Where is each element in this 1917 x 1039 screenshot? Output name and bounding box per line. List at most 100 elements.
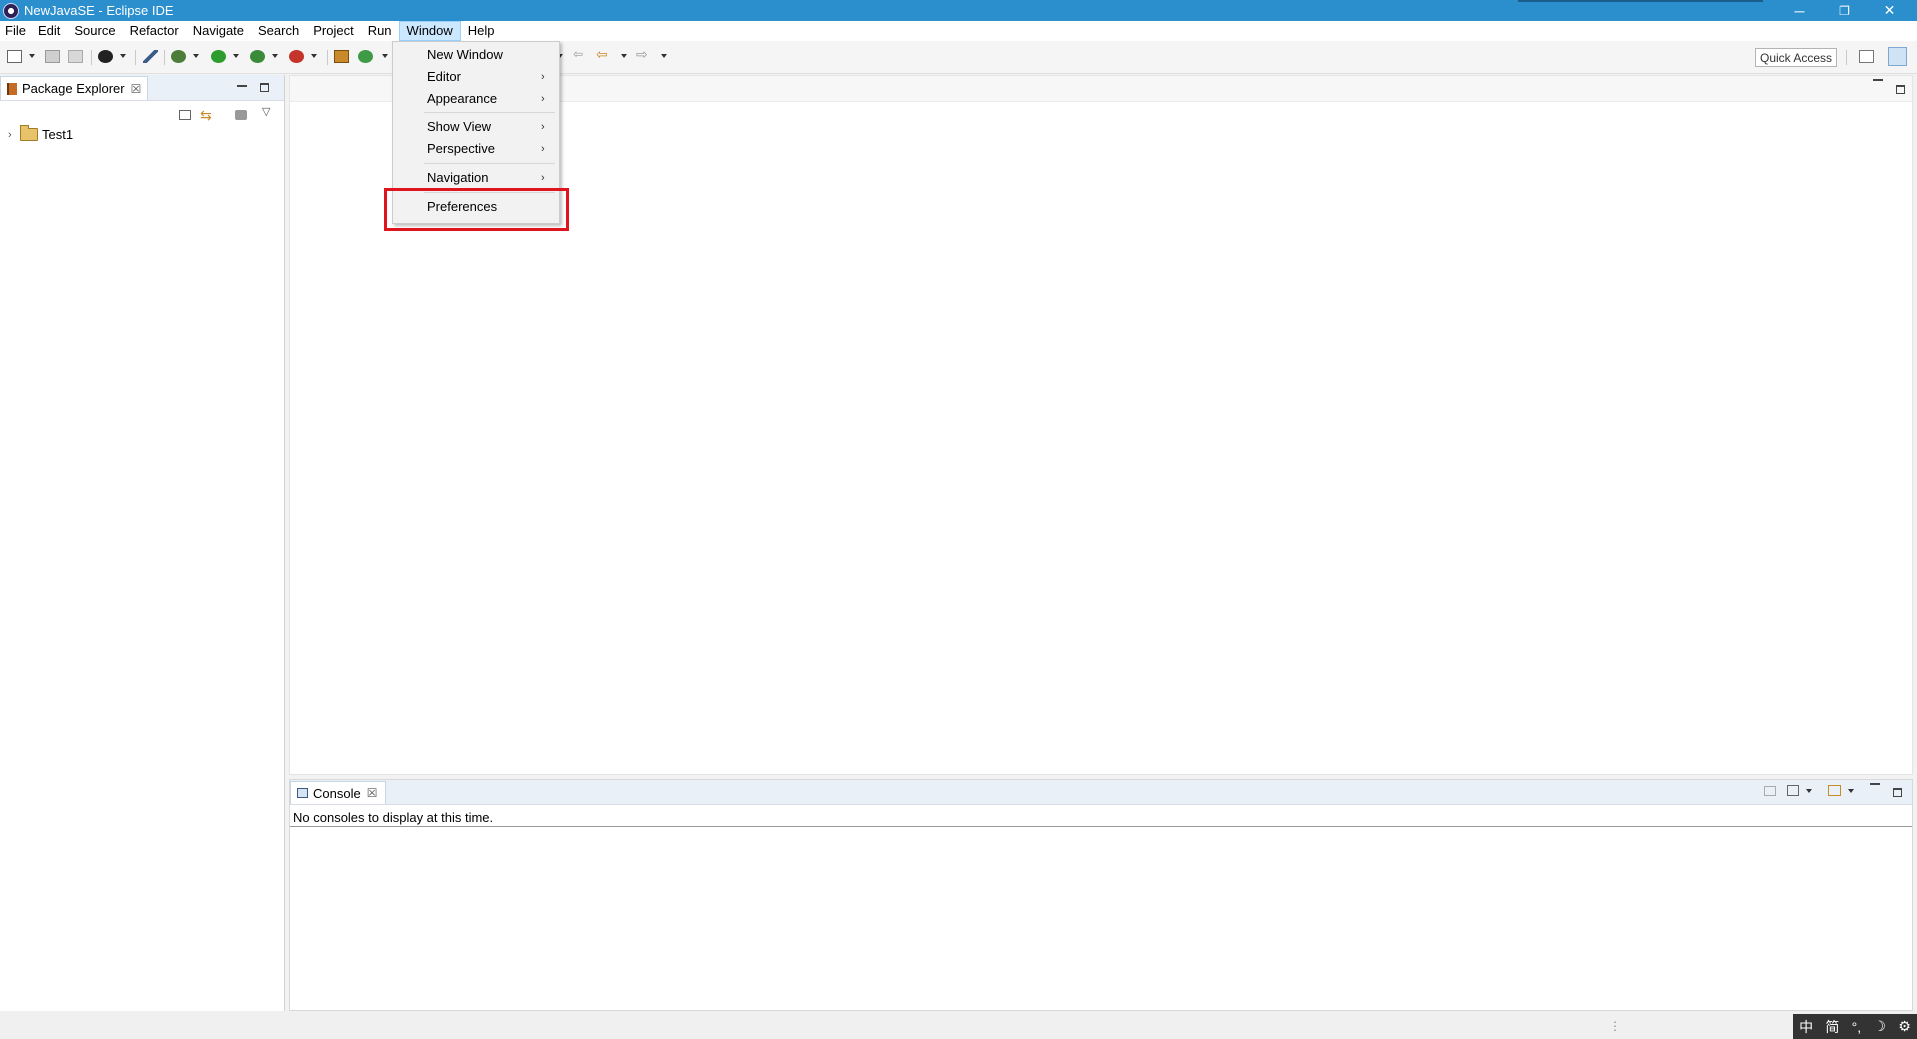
console-divider: [290, 826, 1912, 827]
toolbar-separator: [164, 50, 165, 65]
forward-icon[interactable]: ⇨: [636, 46, 651, 62]
console-title: Console: [313, 785, 361, 801]
toolbar-separator: [1846, 50, 1847, 65]
menu-navigate[interactable]: Navigate: [186, 21, 251, 41]
maximize-view-icon[interactable]: [1893, 788, 1902, 797]
debug-icon[interactable]: [171, 50, 186, 63]
minimize-editor-icon[interactable]: [1873, 75, 1883, 85]
package-explorer-title: Package Explorer: [22, 81, 125, 96]
menu-item-label: Show View: [427, 119, 492, 134]
menu-item-show-view[interactable]: Show View ›: [393, 117, 559, 137]
ime-halfwidth-icon[interactable]: ☽: [1873, 1018, 1886, 1035]
open-console-icon[interactable]: [1828, 785, 1841, 796]
tree-item-label: Test1: [42, 127, 74, 142]
link-with-editor-icon[interactable]: ⇆: [200, 107, 212, 124]
ime-punctuation-icon[interactable]: °,: [1852, 1019, 1862, 1035]
quick-access-field[interactable]: Quick Access: [1755, 48, 1837, 67]
save-icon[interactable]: [45, 50, 60, 63]
pin-console-icon[interactable]: [1764, 786, 1776, 796]
menu-run[interactable]: Run: [361, 21, 399, 41]
back-dropdown-icon[interactable]: [621, 54, 627, 58]
preferences-highlight-box: [384, 188, 569, 231]
ime-simplified-icon[interactable]: 简: [1825, 1017, 1839, 1037]
restore-button[interactable]: ❐: [1822, 0, 1867, 21]
menu-item-new-window[interactable]: New Window: [393, 45, 559, 65]
collapse-all-icon[interactable]: [179, 110, 191, 120]
maximize-view-icon[interactable]: [260, 83, 269, 92]
new-dropdown-icon[interactable]: [29, 54, 35, 58]
status-grip-icon: ⋮: [1609, 1019, 1621, 1033]
save-all-icon[interactable]: [68, 50, 83, 63]
package-explorer-header: Package Explorer ☒: [0, 75, 284, 101]
ime-toolbar: 中 简 °, ☽ ⚙: [1793, 1014, 1917, 1039]
menu-window[interactable]: Window: [398, 21, 461, 41]
display-console-dropdown-icon[interactable]: [1806, 789, 1812, 793]
open-console-dropdown-icon[interactable]: [1848, 789, 1854, 793]
open-perspective-icon[interactable]: [1859, 50, 1874, 63]
menu-item-navigation[interactable]: Navigation ›: [393, 168, 559, 188]
close-icon[interactable]: ☒: [367, 786, 378, 800]
menu-edit[interactable]: Edit: [31, 21, 67, 41]
tree-item-test1[interactable]: › Test1: [8, 125, 74, 142]
display-selected-console-icon[interactable]: [1787, 785, 1799, 796]
minimize-view-icon[interactable]: [237, 81, 247, 91]
console-message: No consoles to display at this time.: [293, 810, 494, 825]
view-menu-icon[interactable]: ▽: [262, 105, 270, 118]
eclipse-logo-icon: [3, 2, 19, 19]
menu-item-label: New Window: [427, 47, 503, 62]
menu-item-label: Appearance: [427, 91, 498, 106]
forward-dropdown-icon[interactable]: [661, 54, 667, 58]
menu-bar: File Edit Source Refactor Navigate Searc…: [0, 21, 1917, 41]
tab-console[interactable]: Console ☒: [290, 781, 386, 804]
menu-item-appearance[interactable]: Appearance ›: [393, 89, 559, 109]
java-project-icon: [20, 125, 38, 141]
external-tools-dropdown-icon[interactable]: [311, 54, 317, 58]
status-bar: ⋮: [0, 1011, 1917, 1039]
last-edit-location-icon[interactable]: ⇦: [573, 47, 588, 61]
new-java-class-icon[interactable]: [358, 50, 373, 63]
menu-source[interactable]: Source: [67, 21, 122, 41]
new-java-class-dropdown-icon[interactable]: [382, 54, 388, 58]
toolbar-separator: [91, 50, 92, 65]
console-view: Console ☒ No consoles to display at this…: [289, 779, 1913, 1011]
skip-breakpoints-icon[interactable]: [143, 50, 158, 63]
ime-language-icon[interactable]: 中: [1799, 1017, 1813, 1037]
toolbar-separator: [135, 50, 136, 65]
coverage-dropdown-icon[interactable]: [272, 54, 278, 58]
new-java-package-icon[interactable]: [334, 50, 349, 63]
menu-refactor[interactable]: Refactor: [123, 21, 186, 41]
window-title: NewJavaSE - Eclipse IDE: [24, 3, 174, 18]
toolbar-separator: [327, 50, 328, 65]
chevron-right-icon: ›: [541, 121, 545, 133]
minimize-button[interactable]: ─: [1777, 0, 1822, 21]
menu-help[interactable]: Help: [461, 21, 502, 41]
menu-file[interactable]: File: [0, 21, 31, 41]
profile-icon[interactable]: [98, 50, 113, 63]
chevron-right-icon[interactable]: ›: [8, 129, 18, 141]
package-explorer-view: Package Explorer ☒ ⇆ ▽ › Test1: [0, 75, 285, 1011]
java-perspective-icon[interactable]: [1888, 47, 1907, 66]
menu-item-label: Navigation: [427, 170, 489, 185]
coverage-icon[interactable]: [250, 50, 265, 63]
menu-search[interactable]: Search: [251, 21, 306, 41]
close-icon[interactable]: ☒: [131, 82, 142, 96]
new-icon[interactable]: [7, 50, 22, 63]
ime-settings-icon[interactable]: ⚙: [1898, 1018, 1911, 1035]
menu-item-perspective[interactable]: Perspective ›: [393, 139, 559, 159]
console-icon: [297, 788, 308, 798]
profile-dropdown-icon[interactable]: [120, 54, 126, 58]
close-button[interactable]: ✕: [1867, 0, 1912, 21]
menu-item-label: Editor: [427, 69, 461, 84]
menu-item-editor[interactable]: Editor ›: [393, 67, 559, 87]
run-icon[interactable]: [211, 50, 226, 63]
run-dropdown-icon[interactable]: [233, 54, 239, 58]
menu-project[interactable]: Project: [306, 21, 360, 41]
back-icon[interactable]: ⇦: [596, 46, 611, 62]
title-bar: NewJavaSE - Eclipse IDE ─ ❐ ✕: [0, 0, 1917, 21]
external-tools-icon[interactable]: [289, 50, 304, 63]
minimize-view-icon[interactable]: [1870, 779, 1880, 789]
focus-on-active-task-icon[interactable]: [235, 110, 247, 120]
maximize-editor-icon[interactable]: [1896, 85, 1905, 94]
debug-dropdown-icon[interactable]: [193, 54, 199, 58]
tab-package-explorer[interactable]: Package Explorer ☒: [0, 76, 148, 100]
